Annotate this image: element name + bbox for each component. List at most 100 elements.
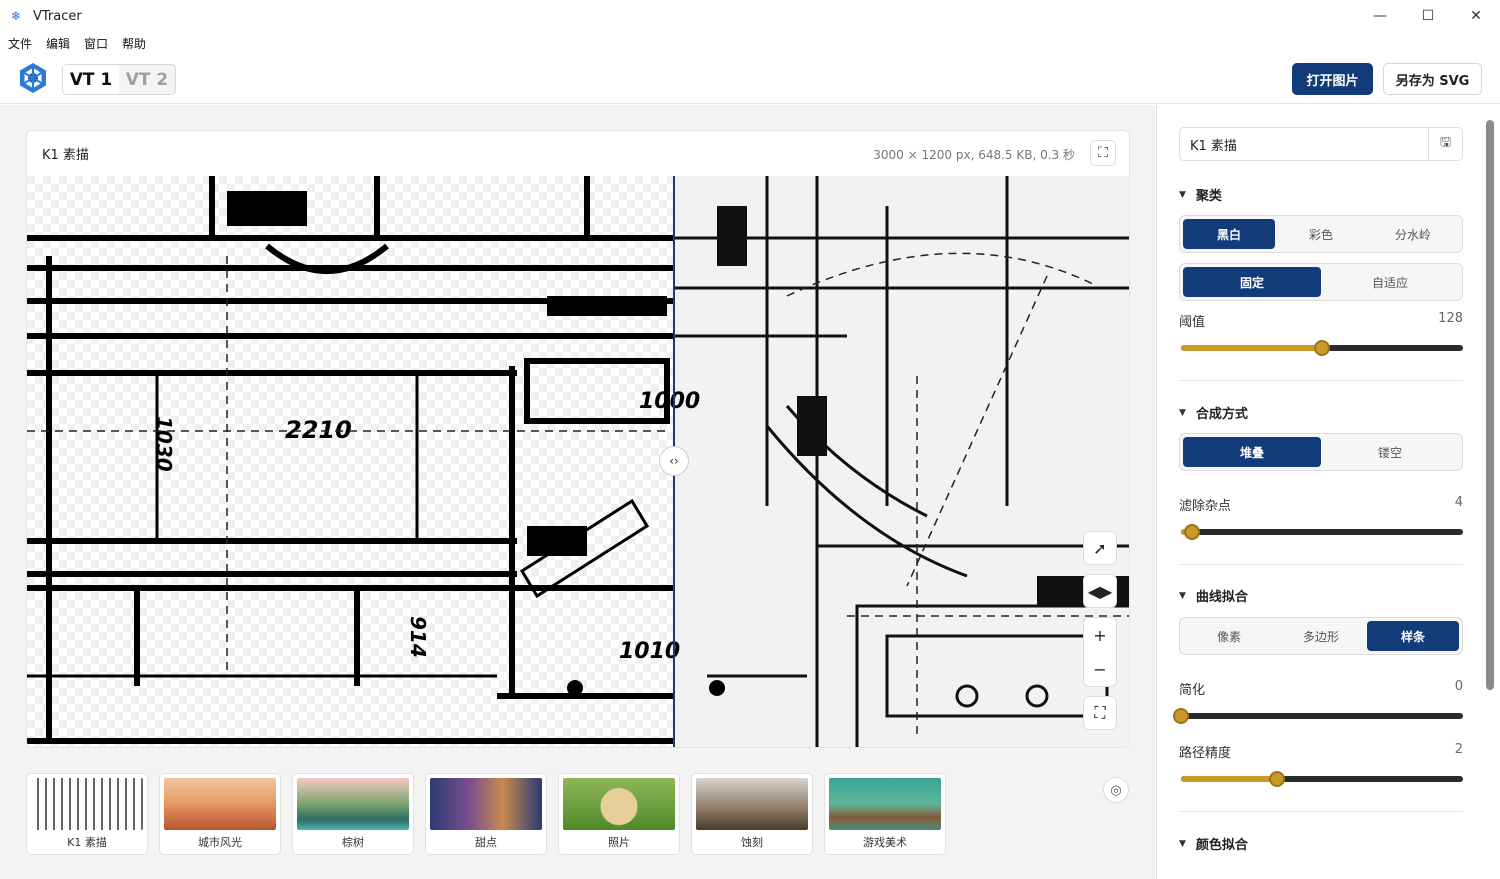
thumb-palm[interactable]: 棕树	[292, 773, 414, 855]
curve-spline[interactable]: 样条	[1367, 621, 1459, 651]
vt2-toggle[interactable]: VT 2	[119, 65, 175, 94]
threshold-slider[interactable]	[1181, 340, 1463, 356]
thumb-label: 城市风光	[198, 836, 242, 849]
menu-bar: 文件 编辑 窗口 帮助	[0, 32, 1500, 54]
fit-view-icon[interactable]: ⛶	[1083, 696, 1117, 730]
main-area: K1 素描 3000 × 1200 px, 648.5 KB, 0.3 秒 ⛶	[0, 105, 1155, 879]
slider-knob[interactable]	[1314, 340, 1330, 356]
section-color-fitting[interactable]: ▼ 颜色拟合	[1179, 834, 1248, 853]
title-bar: ❄ VTracer — ☐ ✕	[0, 0, 1500, 32]
svg-text:1030: 1030	[152, 416, 176, 472]
curve-pixel[interactable]: 像素	[1183, 621, 1275, 651]
thumb-game-art-image	[829, 778, 941, 830]
section-curve-fitting[interactable]: ▼ 曲线拟合	[1179, 586, 1248, 605]
zoom-in-icon[interactable]: +	[1084, 618, 1116, 652]
thumb-etching[interactable]: 蚀刻	[691, 773, 813, 855]
filter-speckle-value: 4	[1454, 495, 1463, 510]
section-clustering[interactable]: ▼ 聚类	[1179, 185, 1222, 204]
collapse-arrow-icon: ▼	[1179, 407, 1186, 418]
zoom-controls: + −	[1083, 617, 1117, 687]
path-precision-slider[interactable]	[1181, 771, 1463, 787]
save-preset-icon[interactable]: 🖫	[1428, 128, 1462, 160]
menu-edit[interactable]: 编辑	[46, 35, 70, 52]
threshold-row: 阈值 128	[1179, 311, 1463, 330]
slider-knob[interactable]	[1184, 524, 1201, 540]
zoom-out-icon[interactable]: −	[1084, 652, 1116, 686]
mode-bw[interactable]: 黑白	[1183, 219, 1275, 249]
type-fixed[interactable]: 固定	[1183, 267, 1321, 297]
slider-fill	[1181, 345, 1322, 351]
collapse-arrow-icon: ▼	[1179, 189, 1186, 200]
type-adaptive[interactable]: 自适应	[1321, 267, 1459, 297]
thumb-photo[interactable]: 照片	[558, 773, 680, 855]
slider-knob[interactable]	[1268, 771, 1285, 787]
thumb-game-art[interactable]: 游戏美术	[824, 773, 946, 855]
image-viewer: K1 素描 3000 × 1200 px, 648.5 KB, 0.3 秒 ⛶	[26, 130, 1130, 748]
thumb-label: K1 素描	[67, 836, 107, 849]
open-image-button[interactable]: 打开图片	[1292, 63, 1373, 95]
minimize-button[interactable]: —	[1356, 0, 1404, 32]
section-title: 曲线拟合	[1195, 590, 1248, 605]
compose-segment: 堆叠 镂空	[1179, 433, 1463, 471]
vtracer-logo-icon	[17, 62, 49, 94]
vt1-toggle[interactable]: VT 1	[63, 65, 119, 94]
simplify-slider[interactable]	[1173, 708, 1463, 724]
fullscreen-icon[interactable]: ⛶	[1090, 140, 1116, 166]
slider-knob[interactable]	[1173, 708, 1189, 724]
section-title: 颜色拟合	[1195, 838, 1248, 853]
svg-text:1010: 1010	[619, 639, 680, 664]
mode-watershed[interactable]: 分水岭	[1367, 219, 1459, 249]
menu-help[interactable]: 帮助	[122, 35, 146, 52]
thumb-city[interactable]: 城市风光	[159, 773, 281, 855]
thumb-palm-image	[297, 778, 409, 830]
curve-segment: 像素 多边形 样条	[1179, 617, 1463, 655]
menu-window[interactable]: 窗口	[84, 35, 108, 52]
collapse-arrow-icon: ▼	[1179, 590, 1186, 601]
path-precision-value: 2	[1454, 742, 1463, 757]
filter-speckle-label: 滤除杂点	[1179, 499, 1232, 514]
divider	[1179, 564, 1463, 565]
thumb-dessert[interactable]: 甜点	[425, 773, 547, 855]
preset-name: K1 素描	[1190, 138, 1237, 154]
threshold-value: 128	[1438, 311, 1463, 326]
compose-cutout[interactable]: 镂空	[1321, 437, 1459, 467]
image-meta: 3000 × 1200 px, 648.5 KB, 0.3 秒	[873, 148, 1075, 162]
toolbar: VT 1 VT 2 打开图片 另存为 SVG	[0, 54, 1500, 104]
sample-thumbnails: K1 素描 城市风光 棕树 甜点 照片 蚀刻 游戏美术	[26, 773, 956, 855]
simplify-row: 简化 0	[1179, 679, 1463, 698]
path-precision-row: 路径精度 2	[1179, 742, 1463, 761]
thumb-photo-image	[563, 778, 675, 830]
thumb-label: 蚀刻	[741, 836, 763, 849]
svg-text:914: 914	[406, 616, 430, 658]
path-precision-label: 路径精度	[1179, 746, 1232, 761]
save-svg-button[interactable]: 另存为 SVG	[1383, 63, 1482, 95]
section-compose[interactable]: ▼ 合成方式	[1179, 403, 1248, 422]
preset-selector[interactable]: K1 素描 🖫	[1179, 127, 1463, 161]
section-title: 聚类	[1195, 189, 1222, 204]
locate-icon[interactable]: ◎	[1103, 777, 1129, 803]
thumb-label: 游戏美术	[863, 836, 907, 849]
menu-file[interactable]: 文件	[8, 35, 32, 52]
thumb-city-image	[164, 778, 276, 830]
viewer-tools: ➚ ◀▶ + − ⛶	[1083, 531, 1117, 739]
pointer-tool-icon[interactable]: ➚	[1083, 531, 1117, 565]
compare-canvas[interactable]: 2210 1000 1010 1030 914 ‹› ➚ ◀▶ + − ⛶	[27, 176, 1129, 747]
thumb-label: 照片	[608, 836, 630, 849]
simplify-value: 0	[1454, 679, 1463, 694]
slider-fill	[1181, 776, 1277, 782]
mode-color[interactable]: 彩色	[1275, 219, 1367, 249]
split-view-icon[interactable]: ◀▶	[1083, 574, 1117, 608]
thumb-dessert-image	[430, 778, 542, 830]
maximize-button[interactable]: ☐	[1404, 0, 1452, 32]
curve-polygon[interactable]: 多边形	[1275, 621, 1367, 651]
thumb-sketch[interactable]: K1 素描	[26, 773, 148, 855]
compose-stacked[interactable]: 堆叠	[1183, 437, 1321, 467]
settings-panel: K1 素描 🖫 ▼ 聚类 黑白 彩色 分水岭 固定 自适应 阈值 128 ▼ 合…	[1156, 105, 1500, 879]
compare-handle-icon[interactable]: ‹›	[659, 446, 689, 476]
panel-scrollbar[interactable]	[1486, 120, 1494, 690]
filter-speckle-slider[interactable]	[1181, 524, 1463, 540]
thumb-label: 甜点	[475, 836, 497, 849]
window-title: VTracer	[33, 8, 82, 24]
close-button[interactable]: ✕	[1452, 0, 1500, 32]
blueprint-drawing: 2210 1000 1010 1030 914	[27, 176, 1129, 747]
